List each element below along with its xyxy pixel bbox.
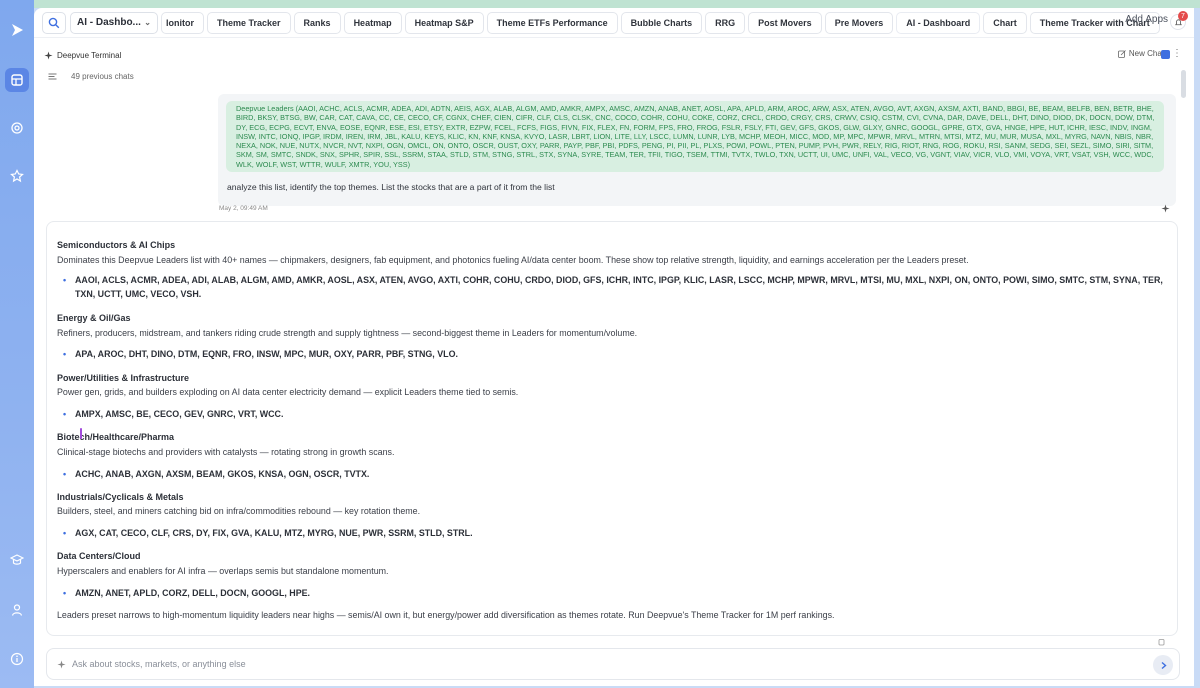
theme-title: Power/Utilities & Infrastructure <box>57 373 190 383</box>
ticker-list-text: Deepvue Leaders (AAOI, ACHC, ACLS, ACMR,… <box>236 104 1155 169</box>
left-rail <box>0 0 34 688</box>
theme-title: Energy & Oil/Gas <box>57 313 131 323</box>
edit-icon <box>1117 49 1126 58</box>
send-button[interactable] <box>1153 655 1173 675</box>
dashboard-tab-bar: AI - Dashbo... ⌄ lonitor Theme Tracker R… <box>34 8 1194 38</box>
tab-heatmap-sp[interactable]: Heatmap S&P <box>404 11 484 34</box>
theme-description: Dominates this Deepvue Leaders list with… <box>57 255 969 265</box>
chevron-right-icon <box>1161 661 1167 669</box>
chat-input-placeholder: Ask about stocks, markets, or anything e… <box>72 659 246 669</box>
tab-bubble-charts[interactable]: Bubble Charts <box>620 11 703 34</box>
theme-title: Semiconductors & AI Chips <box>57 240 176 250</box>
notification-badge: 7 <box>1178 11 1188 21</box>
ai-sparkle-icon <box>1161 204 1170 213</box>
more-options-icon[interactable]: ⋮ <box>1172 48 1182 59</box>
app-logo-icon[interactable] <box>7 20 27 40</box>
chat-input[interactable]: Ask about stocks, markets, or anything e… <box>46 648 1180 680</box>
tab-rrg[interactable]: RRG <box>705 11 746 34</box>
copy-icon[interactable] <box>1158 638 1166 646</box>
tab-post-movers[interactable]: Post Movers <box>748 11 822 34</box>
search-button[interactable] <box>42 11 66 34</box>
scrollbar[interactable] <box>1181 70 1186 98</box>
sparkle-icon <box>44 50 53 60</box>
chevron-down-icon: ⌄ <box>144 18 151 27</box>
panel-toggle[interactable] <box>1161 50 1170 59</box>
terminal-title: Deepvue Terminal <box>57 50 122 60</box>
theme-description: Hyperscalers and enablers for AI infra —… <box>57 566 389 576</box>
dashboard-select[interactable]: AI - Dashbo... ⌄ <box>70 11 158 34</box>
theme-stock-list: AMZN, ANET, APLD, CORZ, DELL, DOCN, GOOG… <box>63 586 1171 600</box>
dashboard-nav-icon[interactable] <box>5 68 29 92</box>
notifications-button[interactable]: 7 <box>1170 11 1188 30</box>
new-chat-button[interactable]: New Chat <box>1117 49 1164 58</box>
add-apps-button[interactable]: Add Apps <box>1125 14 1168 25</box>
menu-icon <box>48 73 57 80</box>
theme-stock-list: APA, AROC, DHT, DINO, DTM, EQNR, FRO, IN… <box>63 347 1171 361</box>
tab-chart[interactable]: Chart <box>983 11 1027 34</box>
theme-description: Power gen, grids, and builders exploding… <box>57 387 519 397</box>
tab-heatmap[interactable]: Heatmap <box>343 11 402 34</box>
tab-ai-dashboard[interactable]: AI - Dashboard <box>896 11 981 34</box>
scan-nav-icon[interactable] <box>7 118 27 138</box>
dashboard-select-value: AI - Dashbo... <box>77 17 141 28</box>
ai-response: Semiconductors & AI Chips Dominates this… <box>46 221 1178 636</box>
sparkle-icon <box>57 659 66 669</box>
user-message-text: analyze this list, identify the top them… <box>227 182 555 192</box>
user-message: Deepvue Leaders (AAOI, ACHC, ACLS, ACMR,… <box>218 94 1176 206</box>
theme-stock-list: AAOI, ACLS, ACMR, ADEA, ADI, ALAB, ALGM,… <box>63 273 1171 301</box>
new-chat-label: New Chat <box>1128 49 1164 58</box>
theme-stock-list: AMPX, AMSC, BE, CECO, GEV, GNRC, VRT, WC… <box>63 407 1171 421</box>
theme-title: Biotech/Healthcare/Pharma <box>57 432 175 442</box>
terminal-header: Deepvue Terminal <box>34 45 1194 65</box>
tab-theme-etfs[interactable]: Theme ETFs Performance <box>486 11 618 34</box>
previous-chats-toggle[interactable]: 49 previous chats <box>48 72 134 81</box>
response-summary: Leaders preset narrows to high-momentum … <box>57 610 835 620</box>
user-nav-icon[interactable] <box>7 600 27 620</box>
previous-chats-label: 49 previous chats <box>71 72 134 81</box>
tab-ranks[interactable]: Ranks <box>293 11 341 34</box>
star-nav-icon[interactable] <box>7 166 27 186</box>
tab-monitor[interactable]: lonitor <box>161 11 204 34</box>
education-nav-icon[interactable] <box>7 550 27 570</box>
selection-marker <box>80 428 82 439</box>
message-timestamp: May 2, 09:49 AM <box>219 205 268 212</box>
top-strip <box>0 0 1200 8</box>
theme-description: Refiners, producers, midstream, and tank… <box>57 328 638 338</box>
info-nav-icon[interactable] <box>7 649 27 669</box>
theme-description: Builders, steel, and miners catching bid… <box>57 506 421 516</box>
search-icon <box>48 17 60 28</box>
ticker-list-box: Deepvue Leaders (AAOI, ACHC, ACLS, ACMR,… <box>226 101 1164 173</box>
theme-description: Clinical-stage biotechs and providers wi… <box>57 447 395 457</box>
theme-title: Data Centers/Cloud <box>57 551 141 561</box>
tab-pre-movers[interactable]: Pre Movers <box>824 11 894 34</box>
theme-stock-list: ACHC, ANAB, AXGN, AXSM, BEAM, GKOS, KNSA… <box>63 467 1171 481</box>
theme-title: Industrials/Cyclicals & Metals <box>57 492 184 502</box>
theme-stock-list: AGX, CAT, CECO, CLF, CRS, DY, FIX, GVA, … <box>63 526 1171 540</box>
main-panel: AI - Dashbo... ⌄ lonitor Theme Tracker R… <box>34 8 1194 686</box>
tab-theme-tracker[interactable]: Theme Tracker <box>207 11 291 34</box>
